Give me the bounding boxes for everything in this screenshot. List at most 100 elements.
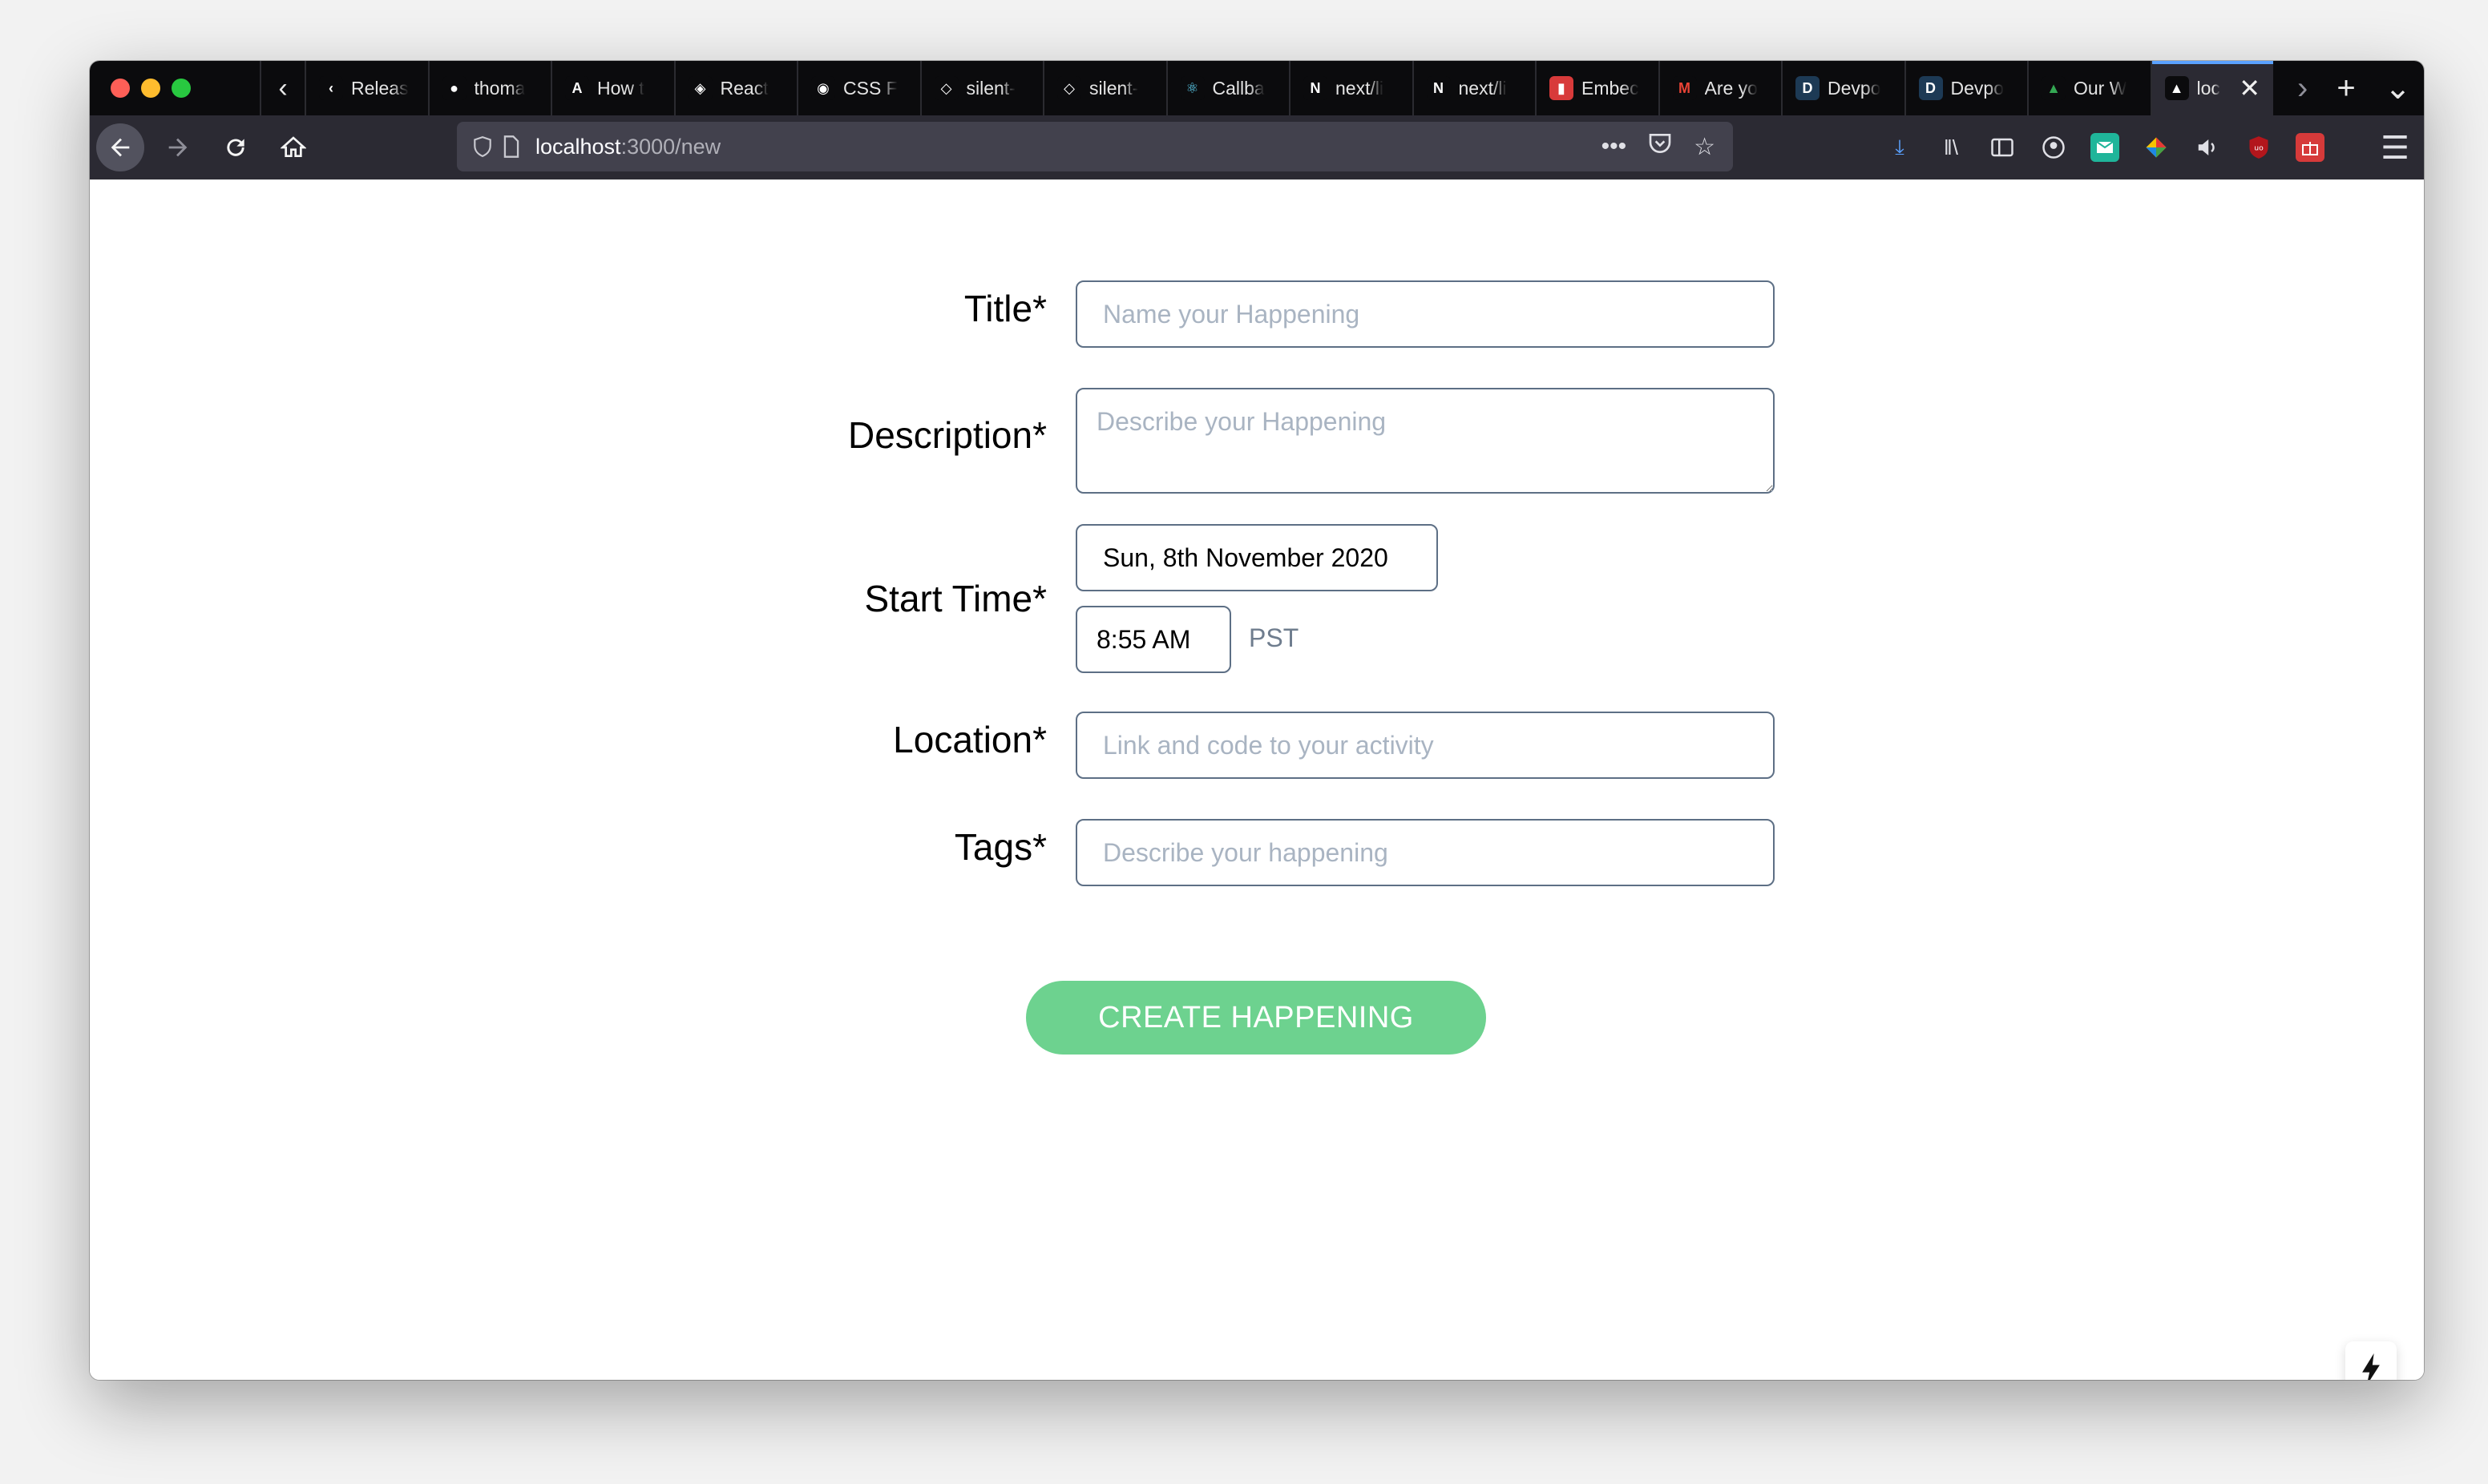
url-path: :3000/new: [620, 134, 721, 159]
css-icon: ◉: [811, 76, 835, 100]
tab-label: thoma: [474, 77, 526, 99]
angular-icon: A: [565, 76, 589, 100]
reload-button[interactable]: [212, 123, 260, 171]
tab[interactable]: ◈ React: [673, 61, 798, 115]
tab[interactable]: ▲ Our W: [2027, 61, 2151, 115]
url-text[interactable]: localhost:3000/new: [535, 135, 721, 159]
downloads-icon[interactable]: ⤓: [1885, 133, 1914, 162]
url-actions: ••• ☆: [1601, 131, 1715, 162]
tab[interactable]: ◇ silent-: [919, 61, 1044, 115]
svg-text:uo: uo: [2254, 143, 2264, 152]
title-input[interactable]: [1076, 280, 1775, 348]
start-date-input[interactable]: [1076, 524, 1438, 591]
extension-toolbar: ⤓ ‖\ uo: [1885, 115, 2324, 179]
close-tab-icon[interactable]: ✕: [2239, 73, 2260, 103]
home-icon: [281, 136, 306, 157]
tab[interactable]: M Are yo: [1658, 61, 1782, 115]
title-label: Title*: [963, 288, 1047, 329]
tab-label: React: [720, 77, 769, 99]
tab[interactable]: ‹ Releas: [305, 61, 428, 115]
audio-icon[interactable]: [2193, 133, 2222, 162]
tracking-protection-shield-icon[interactable]: [468, 132, 497, 161]
forward-button[interactable]: [154, 123, 202, 171]
browser-window: ‹ ‹ Releas ● thoma A How t ◈ React ◉ CSS F ◇ silent…: [90, 61, 2424, 1380]
location-label: Location*: [893, 719, 1047, 760]
home-button[interactable]: [269, 123, 317, 171]
tab-strip: ‹ ‹ Releas ● thoma A How t ◈ React ◉ CSS F ◇ silent…: [90, 61, 2424, 115]
ublock-origin-icon[interactable]: uo: [2244, 133, 2273, 162]
gmail-icon: M: [1672, 76, 1697, 100]
close-window-button[interactable]: [111, 79, 130, 98]
tab[interactable]: Nnext/li: [1289, 61, 1412, 115]
tab-label: Our W: [2074, 77, 2127, 99]
email-extension-icon[interactable]: [2090, 133, 2119, 162]
tab[interactable]: Nnext/li: [1412, 61, 1536, 115]
tab-label: Devpo: [1828, 77, 1881, 99]
tab[interactable]: ● thoma: [427, 61, 551, 115]
address-bar[interactable]: localhost:3000/new ••• ☆: [457, 122, 1733, 171]
tab[interactable]: ▮ Embec: [1535, 61, 1658, 115]
react-icon: ⚛: [1180, 76, 1205, 100]
hamburger-menu-icon[interactable]: ☰: [2381, 130, 2409, 167]
create-happening-button[interactable]: CREATE HAPPENING: [1026, 981, 1486, 1055]
list-all-tabs-icon[interactable]: ⌄: [2385, 70, 2412, 107]
devpost-icon: D: [1918, 76, 1943, 100]
trello-icon: ▮: [1549, 76, 1573, 100]
description-textarea[interactable]: [1076, 388, 1775, 494]
location-input[interactable]: [1076, 712, 1775, 779]
minimize-window-button[interactable]: [141, 79, 160, 98]
next-icon: N: [1426, 76, 1451, 100]
tab[interactable]: ◉ CSS F: [797, 61, 920, 115]
scroll-tabs-right-icon[interactable]: ›: [2297, 71, 2308, 107]
vercel-icon: ▲: [2164, 76, 2189, 100]
page-actions-icon[interactable]: •••: [1601, 133, 1627, 160]
tab-label: silent-: [1089, 77, 1139, 99]
pocket-icon[interactable]: [1647, 131, 1673, 162]
tab-label: next/li: [1335, 77, 1384, 99]
start-time-label: Start Time*: [864, 578, 1047, 619]
tab-label: Are yo: [1704, 77, 1758, 99]
new-tab-button[interactable]: +: [2337, 71, 2355, 107]
gift-extension-icon[interactable]: [2296, 133, 2324, 162]
tab[interactable]: ⚛ Callba: [1165, 61, 1290, 115]
tab-label: Devpo: [1950, 77, 2004, 99]
tab-label: next/li: [1458, 77, 1507, 99]
tab-label: Embec: [1581, 77, 1639, 99]
google-drive-icon: ▲: [2042, 76, 2066, 100]
chevron-left-icon: ‹: [319, 76, 343, 100]
package-icon: ◇: [1057, 76, 1081, 100]
tab-label: Callba: [1212, 77, 1265, 99]
url-host: localhost: [535, 134, 621, 159]
navigation-toolbar: localhost:3000/new ••• ☆ ⤓ ‖\ uo ☰: [90, 115, 2424, 179]
scroll-tabs-left-icon[interactable]: ‹: [260, 61, 305, 115]
tab-list: ‹ Releas ● thoma A How t ◈ React ◉ CSS F ◇ silent- ◇…: [305, 61, 2273, 115]
tab-active[interactable]: ▲ loc ✕: [2150, 61, 2273, 115]
tags-input[interactable]: [1076, 819, 1775, 886]
tab-label: silent-: [966, 77, 1016, 99]
zoom-window-button[interactable]: [172, 79, 191, 98]
tab[interactable]: D Devpo: [1904, 61, 2028, 115]
tab-label: CSS F: [843, 77, 898, 99]
color-picker-extension-icon[interactable]: [2142, 133, 2171, 162]
arrow-right-icon: [168, 138, 188, 157]
start-time-input[interactable]: [1076, 606, 1231, 673]
page-info-icon[interactable]: [497, 132, 526, 161]
timezone-label: PST: [1249, 623, 1299, 652]
tab-label: Releas: [351, 77, 409, 99]
bookmark-star-icon[interactable]: ☆: [1694, 133, 1715, 161]
tab[interactable]: D Devpo: [1781, 61, 1904, 115]
github-icon: ●: [442, 76, 466, 100]
tab[interactable]: ◇ silent-: [1043, 61, 1166, 115]
devpost-icon: D: [1795, 76, 1820, 100]
codesandbox-icon: ◈: [688, 76, 713, 100]
account-icon[interactable]: [2039, 133, 2068, 162]
library-icon[interactable]: ‖\: [1937, 133, 1965, 162]
next-icon: N: [1303, 76, 1327, 100]
tab-label: How t: [597, 77, 644, 99]
reload-icon: [227, 139, 244, 156]
tab[interactable]: A How t: [551, 61, 674, 115]
sidebar-icon[interactable]: [1988, 133, 2017, 162]
package-icon: ◇: [934, 76, 959, 100]
next-dev-indicator-bolt-icon[interactable]: [2345, 1341, 2397, 1380]
back-button[interactable]: [96, 123, 144, 171]
